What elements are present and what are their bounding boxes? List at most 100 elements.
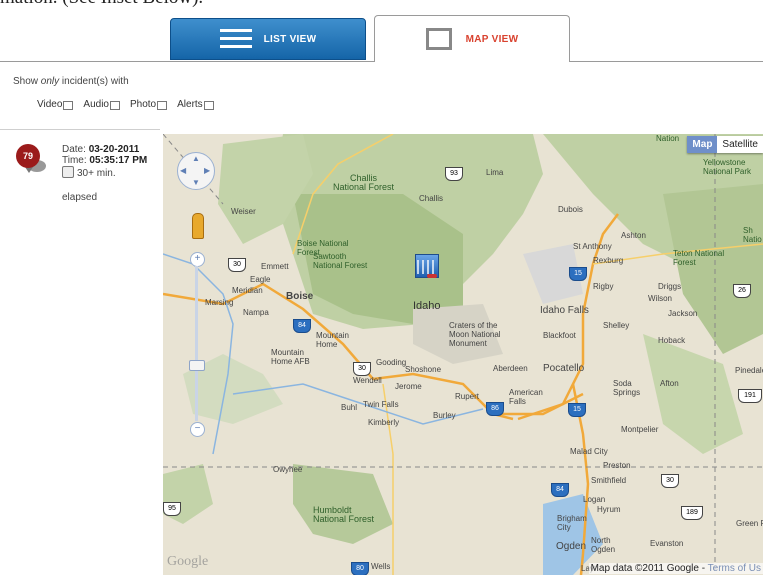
- map-label: Logan: [583, 495, 606, 504]
- map-label: Yellowstone National Park: [703, 158, 752, 176]
- map-label: Idaho Falls: [540, 305, 589, 316]
- map-label: Preston: [603, 461, 631, 470]
- map-label: Soda Springs: [613, 379, 641, 397]
- view-tabs: LIST VIEW MAP VIEW: [0, 15, 763, 62]
- photo-checkbox[interactable]: [157, 101, 168, 110]
- zoom-in-button[interactable]: +: [190, 252, 205, 267]
- map-label: Shelley: [603, 321, 630, 330]
- incident-marker-icon[interactable]: 79: [16, 144, 40, 168]
- interstate-shield: 80: [351, 562, 369, 575]
- building-marker-icon[interactable]: [413, 252, 439, 280]
- tab-map-view[interactable]: MAP VIEW: [374, 15, 570, 62]
- highway-shield: 93: [445, 167, 463, 181]
- filter-alerts[interactable]: Alerts: [177, 99, 214, 110]
- filter-video[interactable]: Video: [37, 99, 74, 110]
- pan-down-icon[interactable]: ▼: [192, 178, 200, 187]
- alerts-checkbox[interactable]: [203, 101, 214, 110]
- map-label: Driggs: [658, 282, 682, 291]
- tab-map-view-label: MAP VIEW: [465, 33, 519, 45]
- map-label: Aberdeen: [493, 364, 528, 373]
- map-label: Pinedale: [735, 366, 763, 375]
- map-label: Humboldt National Forest: [313, 505, 375, 524]
- map-label: Jerome: [395, 382, 422, 391]
- incident-elapsed: elapsed: [62, 192, 98, 203]
- map-label: Burley: [433, 411, 456, 420]
- map-label: Rupert: [455, 392, 480, 401]
- highway-shield: 189: [681, 506, 703, 520]
- highway-shield: 26: [733, 284, 751, 298]
- interstate-shield: 15: [569, 267, 587, 281]
- map-canvas[interactable]: Challis National Forest Challis Yellowst…: [163, 134, 763, 575]
- highway-shield: 30: [228, 258, 246, 272]
- map-label: Challis National Forest: [333, 173, 395, 192]
- interstate-shield: 84: [293, 319, 311, 333]
- incident-date: 03-20-2011: [88, 144, 140, 155]
- map-label: Hoback: [658, 336, 686, 345]
- map-label: Brigham City: [557, 514, 587, 532]
- map-label: Emmett: [261, 262, 289, 271]
- map-label: Green Riv: [736, 519, 763, 528]
- map-label: Pocatello: [543, 363, 585, 374]
- pan-control[interactable]: ▲ ▼ ◀ ▶: [177, 152, 215, 190]
- map-label: Malad City: [570, 447, 608, 456]
- map-label: Boise: [286, 291, 314, 302]
- incident-details: Date: 03-20-2011 Time: 05:35:17 PM 30+ m…: [62, 144, 148, 179]
- map-state-label: Idaho: [413, 300, 441, 312]
- map-label: Ashton: [621, 231, 646, 240]
- map-label: Craters of the Moon National Monument: [449, 321, 501, 348]
- map-label: Owyhee: [273, 465, 303, 474]
- zoom-out-button[interactable]: −: [190, 422, 205, 437]
- pan-right-icon[interactable]: ▶: [204, 166, 210, 175]
- map-label: Lima: [486, 168, 504, 177]
- map-terrain: [163, 134, 763, 575]
- tab-list-view-label: LIST VIEW: [263, 33, 317, 45]
- map-label: Sawtooth National Forest: [313, 252, 368, 270]
- terms-of-use-link[interactable]: Terms of Us: [708, 563, 761, 574]
- map-label: Dubois: [558, 205, 583, 214]
- map-label: St Anthony: [573, 242, 612, 251]
- map-label: Smithfield: [591, 476, 627, 485]
- map-label: Shoshone: [405, 365, 442, 374]
- tab-list-view[interactable]: LIST VIEW: [170, 18, 366, 60]
- map-label: Evanston: [650, 539, 684, 548]
- map-label: Jackson: [668, 309, 698, 318]
- map-label: Nation: [656, 134, 680, 143]
- filter-heading: Show only incident(s) with: [13, 76, 129, 87]
- pan-up-icon[interactable]: ▲: [192, 154, 200, 163]
- incident-duration: 30+ min.: [77, 168, 116, 179]
- map-label: Nampa: [243, 308, 269, 317]
- map-label: Mountain Home: [316, 331, 349, 349]
- map-type-satellite-button[interactable]: Satellite: [717, 136, 763, 153]
- map-attribution: Map data ©2011 Google - Terms of Us: [588, 563, 763, 574]
- page-text-fragment: mation. (See Inset Below).: [0, 0, 203, 9]
- map-label: American Falls: [509, 388, 543, 406]
- filter-options: Video Audio Photo Alerts: [37, 99, 214, 110]
- incident-time: 05:35:17 PM: [89, 155, 148, 166]
- street-view-pegman-icon[interactable]: [192, 213, 204, 239]
- google-logo: Google: [167, 554, 209, 569]
- map-label: Wells: [371, 562, 391, 571]
- map-type-map-button[interactable]: Map: [687, 136, 718, 153]
- highway-shield: 95: [163, 502, 181, 516]
- map-label: Mountain Home AFB: [271, 348, 310, 366]
- zoom-slider-handle[interactable]: [189, 360, 205, 371]
- highway-shield: 30: [353, 362, 371, 376]
- zoom-slider-track[interactable]: [195, 266, 198, 421]
- audio-checkbox[interactable]: [109, 101, 120, 110]
- map-label: Afton: [660, 379, 679, 388]
- video-checkbox[interactable]: [63, 101, 74, 110]
- map-label: Rexburg: [593, 256, 624, 265]
- map-label: Marsing: [205, 298, 234, 307]
- map-type-control: Map Satellite: [687, 136, 763, 153]
- interstate-shield: 86: [486, 402, 504, 416]
- filter-photo[interactable]: Photo: [130, 99, 168, 110]
- filter-audio[interactable]: Audio: [83, 99, 120, 110]
- map-label: Kimberly: [368, 418, 400, 427]
- clock-icon: [62, 166, 74, 178]
- map-label: Rigby: [593, 282, 614, 291]
- map-view-icon: [425, 28, 452, 50]
- map-label: Teton National Forest: [673, 249, 725, 267]
- pan-left-icon[interactable]: ◀: [180, 166, 186, 175]
- interstate-shield: 84: [551, 483, 569, 497]
- highway-shield: 30: [661, 474, 679, 488]
